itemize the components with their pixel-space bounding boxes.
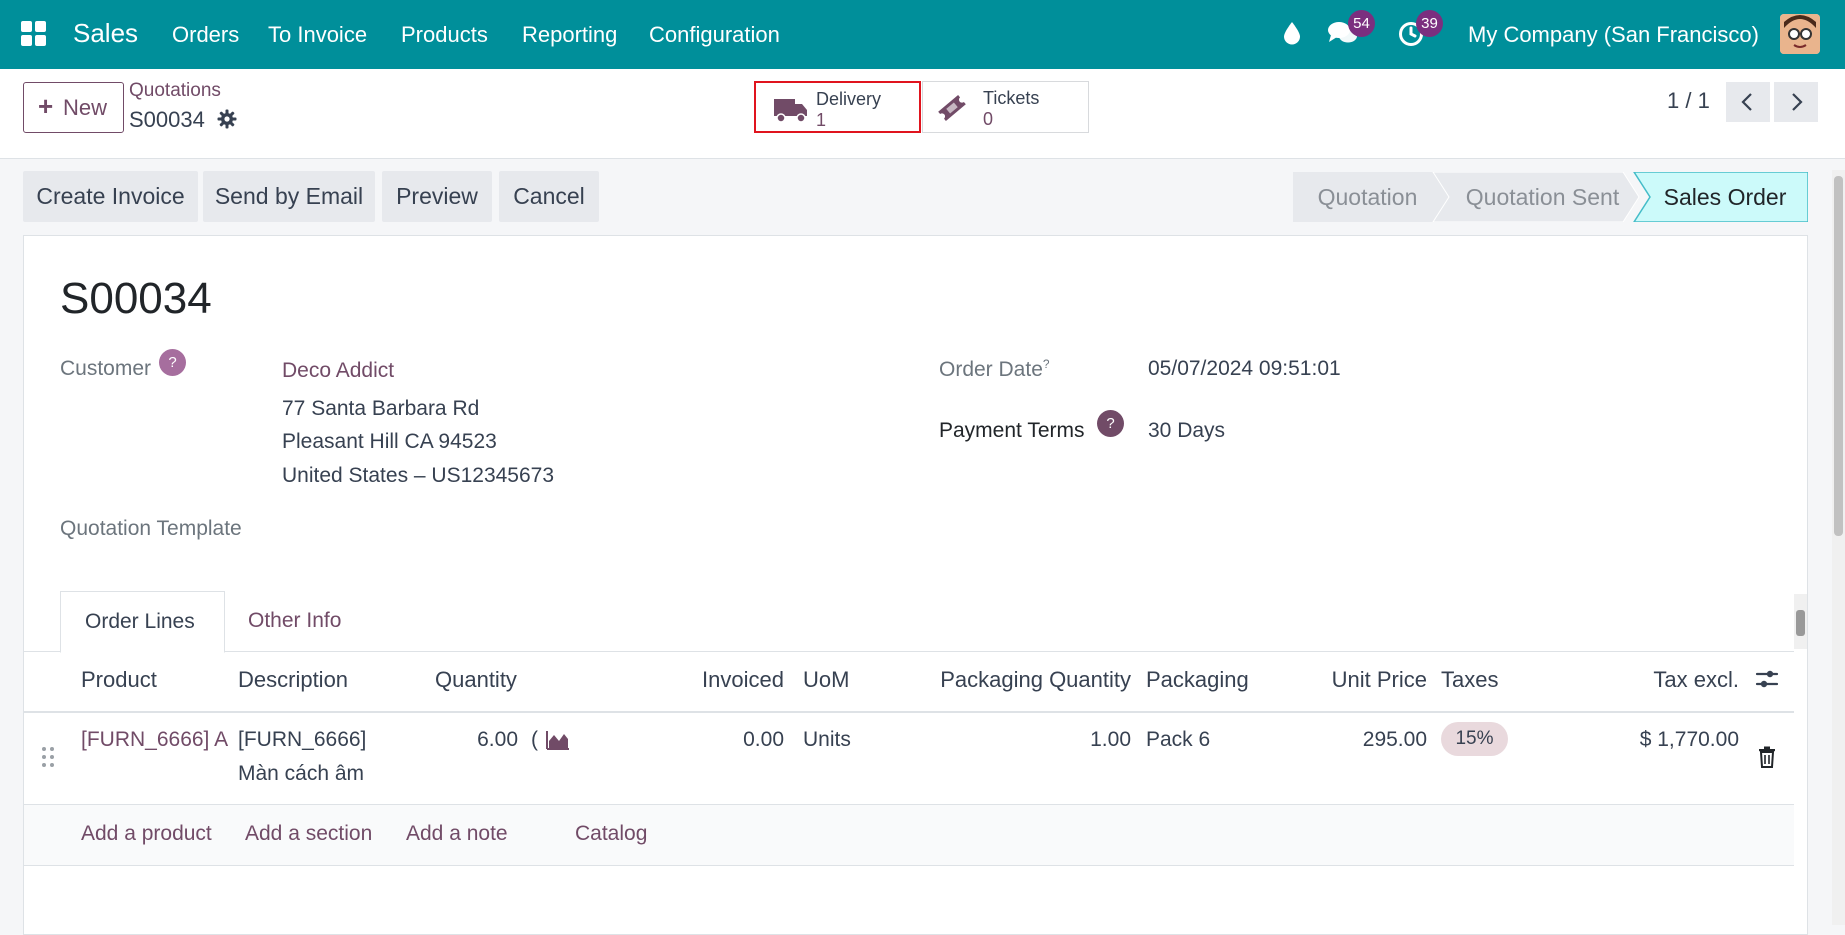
header-separator: [24, 711, 1794, 713]
company-switcher[interactable]: My Company (San Francisco): [1468, 22, 1759, 48]
col-header-quantity[interactable]: Quantity: [435, 667, 517, 693]
customer-name-link[interactable]: Deco Addict: [282, 359, 394, 383]
add-note-link[interactable]: Add a note: [406, 822, 508, 846]
menu-configuration[interactable]: Configuration: [649, 22, 780, 48]
avatar[interactable]: [1780, 14, 1820, 54]
add-product-link[interactable]: Add a product: [81, 822, 212, 846]
avatar-face-icon: [1780, 14, 1820, 54]
customer-label: Customer: [60, 357, 152, 380]
delivery-smart-button[interactable]: Delivery 1: [754, 81, 921, 133]
col-header-product[interactable]: Product: [81, 667, 157, 693]
truck-icon: [774, 99, 807, 123]
cancel-button[interactable]: Cancel: [499, 171, 599, 222]
col-header-uom[interactable]: UoM: [803, 667, 849, 693]
tickets-smart-button[interactable]: Tickets 0: [922, 81, 1089, 133]
col-header-packaging-quantity[interactable]: Packaging Quantity: [904, 667, 1131, 693]
col-header-invoiced[interactable]: Invoiced: [654, 667, 784, 693]
menu-to-invoice[interactable]: To Invoice: [268, 22, 367, 48]
app-name[interactable]: Sales: [73, 18, 138, 49]
order-date-label-text: Order Date: [939, 358, 1043, 381]
forecast-chart-icon[interactable]: [546, 730, 570, 750]
water-drop-icon[interactable]: [1282, 21, 1302, 45]
quotation-template-label: Quotation Template: [60, 517, 242, 540]
messages-badge: 54: [1348, 10, 1375, 37]
stage-quotation[interactable]: Quotation: [1295, 172, 1440, 222]
row-subtotal: $ 1,770.00: [1639, 728, 1739, 751]
gear-icon[interactable]: [217, 109, 237, 129]
row-quantity[interactable]: 6.00: [424, 728, 518, 752]
customer-address-line3: United States – US12345673: [282, 464, 555, 487]
row-description-line2[interactable]: Màn cách âm: [238, 762, 364, 786]
customer-help-icon[interactable]: ?: [159, 349, 186, 376]
tab-order-lines-label: Order Lines: [85, 610, 195, 633]
chevron-right-icon: [1792, 93, 1803, 111]
row-description-line1[interactable]: [FURN_6666]: [238, 728, 366, 752]
tab-other-info[interactable]: Other Info: [248, 609, 341, 633]
col-header-tax-excl[interactable]: Tax excl.: [1544, 667, 1739, 693]
row-unit-price[interactable]: 295.00: [1304, 728, 1427, 752]
menu-orders[interactable]: Orders: [172, 22, 239, 48]
new-button[interactable]: + New: [23, 82, 124, 133]
apps-menu-icon[interactable]: [21, 21, 46, 46]
col-header-unit-price[interactable]: Unit Price: [1284, 667, 1427, 693]
pager-previous-button[interactable]: [1726, 82, 1770, 122]
row-tax-tag[interactable]: 15%: [1441, 722, 1508, 756]
preview-button[interactable]: Preview: [382, 171, 492, 222]
catalog-link[interactable]: Catalog: [575, 822, 647, 846]
pager-next-button[interactable]: [1774, 82, 1818, 122]
send-by-email-button[interactable]: Send by Email: [203, 171, 375, 222]
payment-terms-value[interactable]: 30 Days: [1148, 419, 1225, 443]
row-packaging[interactable]: Pack 6: [1146, 728, 1210, 752]
order-date-label: Order Date?: [939, 357, 1050, 382]
table-scrollbar[interactable]: [1794, 594, 1807, 649]
activities-badge: 39: [1416, 10, 1443, 37]
menu-reporting[interactable]: Reporting: [522, 22, 617, 48]
tickets-count: 0: [983, 109, 994, 129]
record-title: S00034: [60, 274, 212, 323]
order-date-value[interactable]: 05/07/2024 09:51:01: [1148, 357, 1341, 381]
chevron-left-icon: [1741, 93, 1752, 111]
payment-terms-help-icon[interactable]: ?: [1097, 410, 1124, 437]
create-invoice-button[interactable]: Create Invoice: [23, 171, 198, 222]
menu-products[interactable]: Products: [401, 22, 488, 48]
add-section-link[interactable]: Add a section: [245, 822, 372, 846]
table-scrollbar-thumb[interactable]: [1796, 610, 1805, 636]
row-invoiced[interactable]: 0.00: [644, 728, 784, 752]
pager-value[interactable]: 1 / 1: [1667, 88, 1710, 114]
customer-address-line2: Pleasant Hill CA 94523: [282, 430, 497, 453]
stage-quotation-sent[interactable]: Quotation Sent: [1450, 172, 1635, 222]
table-bottom-border: [24, 865, 1794, 866]
delivery-count: 1: [816, 110, 827, 130]
row-product[interactable]: [FURN_6666] A: [81, 728, 234, 752]
col-header-taxes[interactable]: Taxes: [1441, 667, 1498, 693]
stage-sales-order[interactable]: Sales Order: [1650, 172, 1800, 222]
drag-handle-icon[interactable]: [41, 746, 55, 768]
col-header-description[interactable]: Description: [238, 667, 348, 693]
form-sheet: S00034 Customer ? Deco Addict 77 Santa B…: [23, 235, 1808, 935]
breadcrumb-current: S00034: [129, 107, 205, 132]
ticket-icon: [938, 95, 966, 121]
customer-address-line1: 77 Santa Barbara Rd: [282, 397, 480, 420]
plus-icon: +: [38, 91, 54, 121]
row-quantity-glyph: (: [531, 728, 538, 751]
page-scrollbar-thumb[interactable]: [1834, 176, 1843, 536]
tab-order-lines[interactable]: Order Lines: [60, 591, 225, 653]
top-navbar: Sales Orders To Invoice Products Reporti…: [0, 0, 1845, 69]
breadcrumb-quotations[interactable]: Quotations: [129, 80, 221, 102]
row-uom[interactable]: Units: [803, 728, 851, 752]
new-button-label: New: [63, 95, 108, 120]
tabs-underline: [24, 651, 1794, 652]
optional-columns-icon[interactable]: [1755, 668, 1779, 690]
tickets-label: Tickets: [983, 88, 1040, 108]
order-date-help-mark[interactable]: ?: [1043, 357, 1050, 371]
row-packaging-quantity[interactable]: 1.00: [984, 728, 1131, 752]
delivery-label: Delivery: [816, 89, 882, 109]
payment-terms-label: Payment Terms: [939, 419, 1085, 442]
trash-icon[interactable]: [1758, 746, 1776, 768]
page-scrollbar[interactable]: [1832, 170, 1845, 925]
col-header-packaging[interactable]: Packaging: [1146, 667, 1249, 693]
